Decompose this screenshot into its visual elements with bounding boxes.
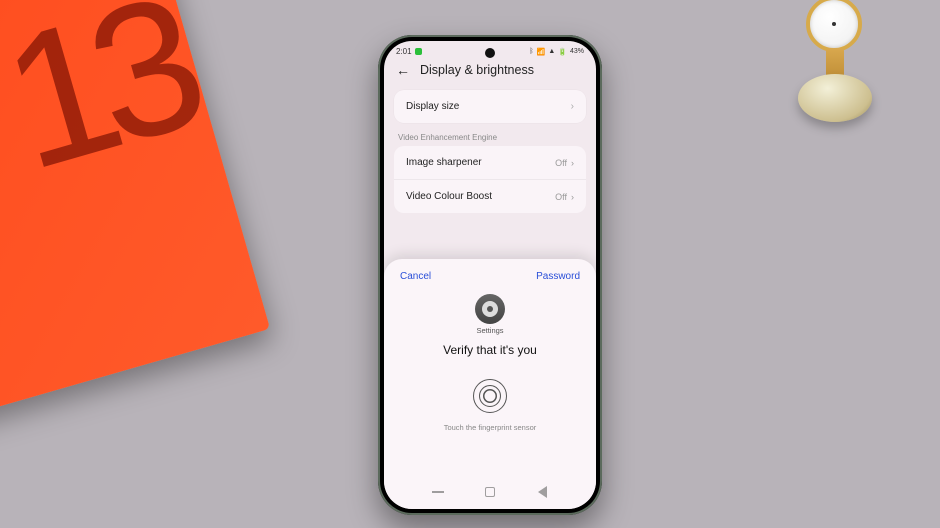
image-sharpener-row[interactable]: Image sharpener Off ›	[394, 146, 586, 179]
video-enhancement-section-label: Video Enhancement Engine	[384, 127, 596, 144]
verify-title: Verify that it's you	[384, 343, 596, 357]
cancel-button[interactable]: Cancel	[400, 271, 431, 282]
status-app-icon	[415, 48, 422, 55]
status-time: 2:01	[396, 47, 412, 56]
box-number: 13	[0, 0, 211, 213]
chevron-right-icon: ›	[571, 158, 574, 168]
battery-text: 43%	[570, 48, 584, 55]
clock-base	[798, 74, 872, 122]
wifi-icon: ▲	[548, 48, 555, 55]
chevron-right-icon: ›	[571, 101, 574, 112]
chevron-right-icon: ›	[571, 192, 574, 202]
phone-screen: 2:01 ᛒ 📶 ▲ 🔋 43% ← Display & brightness …	[384, 41, 596, 509]
android-nav-bar	[384, 477, 596, 509]
video-enhancement-group: Image sharpener Off › Video Colour Boost…	[394, 146, 586, 213]
phone-frame: 2:01 ᛒ 📶 ▲ 🔋 43% ← Display & brightness …	[378, 35, 602, 515]
image-sharpener-state: Off	[555, 158, 567, 168]
punch-hole-camera	[485, 48, 495, 58]
nav-back-button[interactable]	[535, 485, 549, 499]
back-arrow-icon[interactable]: ←	[396, 62, 410, 78]
signal-icon: 📶	[537, 48, 546, 56]
video-colour-boost-row[interactable]: Video Colour Boost Off ›	[394, 179, 586, 213]
nav-home-button[interactable]	[483, 485, 497, 499]
settings-app-label: Settings	[384, 326, 596, 335]
fingerprint-icon[interactable]	[473, 379, 507, 413]
desk-clock	[790, 0, 880, 122]
video-colour-boost-label: Video Colour Boost	[406, 191, 492, 202]
clock-face	[806, 0, 862, 52]
fingerprint-hint: Touch the fingerprint sensor	[384, 423, 596, 432]
page-header: ← Display & brightness	[384, 58, 596, 86]
battery-icon: 🔋	[558, 48, 567, 56]
video-colour-boost-state: Off	[555, 192, 567, 202]
bluetooth-icon: ᛒ	[529, 48, 533, 55]
password-button[interactable]: Password	[536, 271, 580, 282]
gear-icon	[482, 301, 498, 317]
page-title: Display & brightness	[420, 63, 534, 77]
settings-app-icon	[475, 294, 505, 324]
nav-recent-button[interactable]	[431, 485, 445, 499]
display-size-row[interactable]: Display size ›	[394, 90, 586, 123]
product-box: 13	[0, 0, 270, 439]
display-size-label: Display size	[406, 101, 459, 112]
biometric-sheet: Cancel Password Settings Verify that it'…	[384, 259, 596, 509]
image-sharpener-label: Image sharpener	[406, 157, 482, 168]
